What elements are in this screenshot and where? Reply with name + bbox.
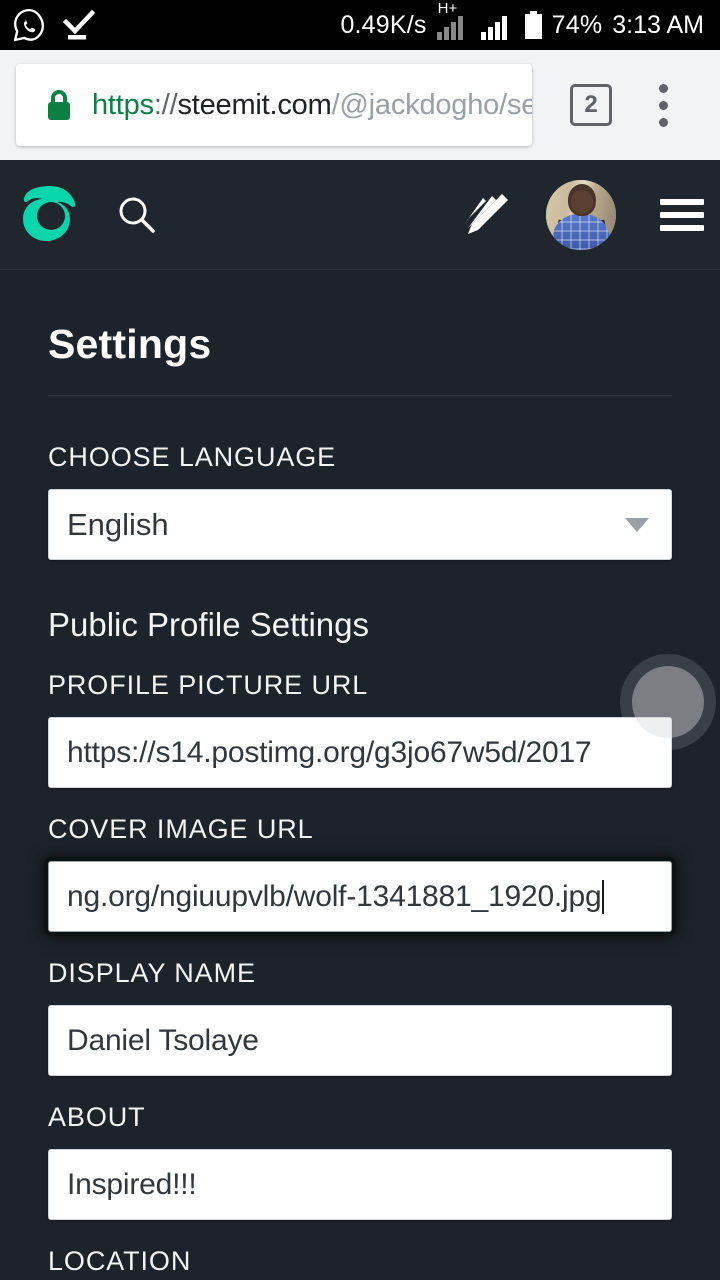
about-label: ABOUT [48, 1102, 146, 1132]
public-profile-heading: Public Profile Settings [48, 606, 369, 643]
display-name-label: DISPLAY NAME [48, 958, 256, 988]
profile-picture-url-label: PROFILE PICTURE URL [48, 670, 369, 700]
site-header [0, 160, 720, 270]
status-bar-right: 0.49K/s H+ 74% 3:13 AM [340, 1, 720, 40]
cover-image-url-value: ng.org/ngiuupvlb/wolf-1341881_1920.jpg [67, 879, 602, 913]
clock: 3:13 AM [612, 10, 704, 39]
status-bar: 0.49K/s H+ 74% 3:13 AM [0, 0, 720, 50]
about-value: Inspired!!! [67, 1167, 197, 1201]
url-path: /@jackdogho/se [331, 88, 532, 121]
url-text: https://steemit.com/@jackdogho/se [92, 89, 532, 122]
profile-picture-url-input[interactable]: https://s14.postimg.org/g3jo67w5d/2017 [48, 717, 672, 788]
steemit-logo-icon[interactable] [18, 183, 82, 247]
tab-count-label: 2 [584, 91, 598, 118]
signal-icon-sim1: H+ [436, 1, 471, 40]
url-scheme: https [92, 88, 154, 121]
whatsapp-icon [13, 8, 44, 42]
language-select-value: English [67, 506, 169, 542]
chevron-down-icon [625, 517, 649, 532]
cover-image-url-input[interactable]: ng.org/ngiuupvlb/wolf-1341881_1920.jpg [48, 861, 672, 932]
location-label: LOCATION [48, 1246, 192, 1276]
url-host: steemit.com [177, 88, 332, 121]
page-title: Settings [48, 321, 212, 367]
search-icon[interactable] [114, 193, 158, 237]
lock-icon [48, 90, 70, 120]
display-name-input[interactable]: Daniel Tsolaye [48, 1005, 672, 1076]
network-speed: 0.49K/s [340, 10, 427, 39]
cover-image-url-label: COVER IMAGE URL [48, 814, 314, 844]
settings-page: Settings CHOOSE LANGUAGE English Public … [0, 271, 720, 1280]
profile-picture-url-value: https://s14.postimg.org/g3jo67w5d/2017 [67, 735, 592, 769]
url-separator: :// [153, 88, 178, 121]
tab-switcher-button[interactable]: 2 [570, 84, 612, 126]
choose-language-label: CHOOSE LANGUAGE [48, 442, 337, 472]
about-input[interactable]: Inspired!!! [48, 1149, 672, 1220]
battery-percent: 74% [551, 10, 603, 39]
pencil-icon[interactable] [458, 188, 512, 242]
status-bar-left [0, 8, 96, 42]
header-actions [458, 179, 720, 250]
signal-icon-sim2 [480, 10, 515, 40]
hamburger-menu-icon[interactable] [660, 198, 704, 231]
browser-menu-button[interactable] [658, 83, 668, 127]
checkmark-icon [62, 10, 96, 40]
browser-toolbar: https://steemit.com/@jackdogho/se 2 [0, 50, 720, 160]
text-caret [601, 879, 604, 914]
battery-icon [524, 11, 542, 39]
url-bar[interactable]: https://steemit.com/@jackdogho/se [16, 64, 532, 146]
display-name-value: Daniel Tsolaye [67, 1023, 259, 1057]
network-type-label: H+ [437, 0, 458, 17]
language-select[interactable]: English [48, 489, 672, 560]
user-avatar[interactable] [546, 179, 616, 250]
phone-screen: 0.49K/s H+ 74% 3:13 AM https://steemit.c… [0, 0, 720, 1280]
